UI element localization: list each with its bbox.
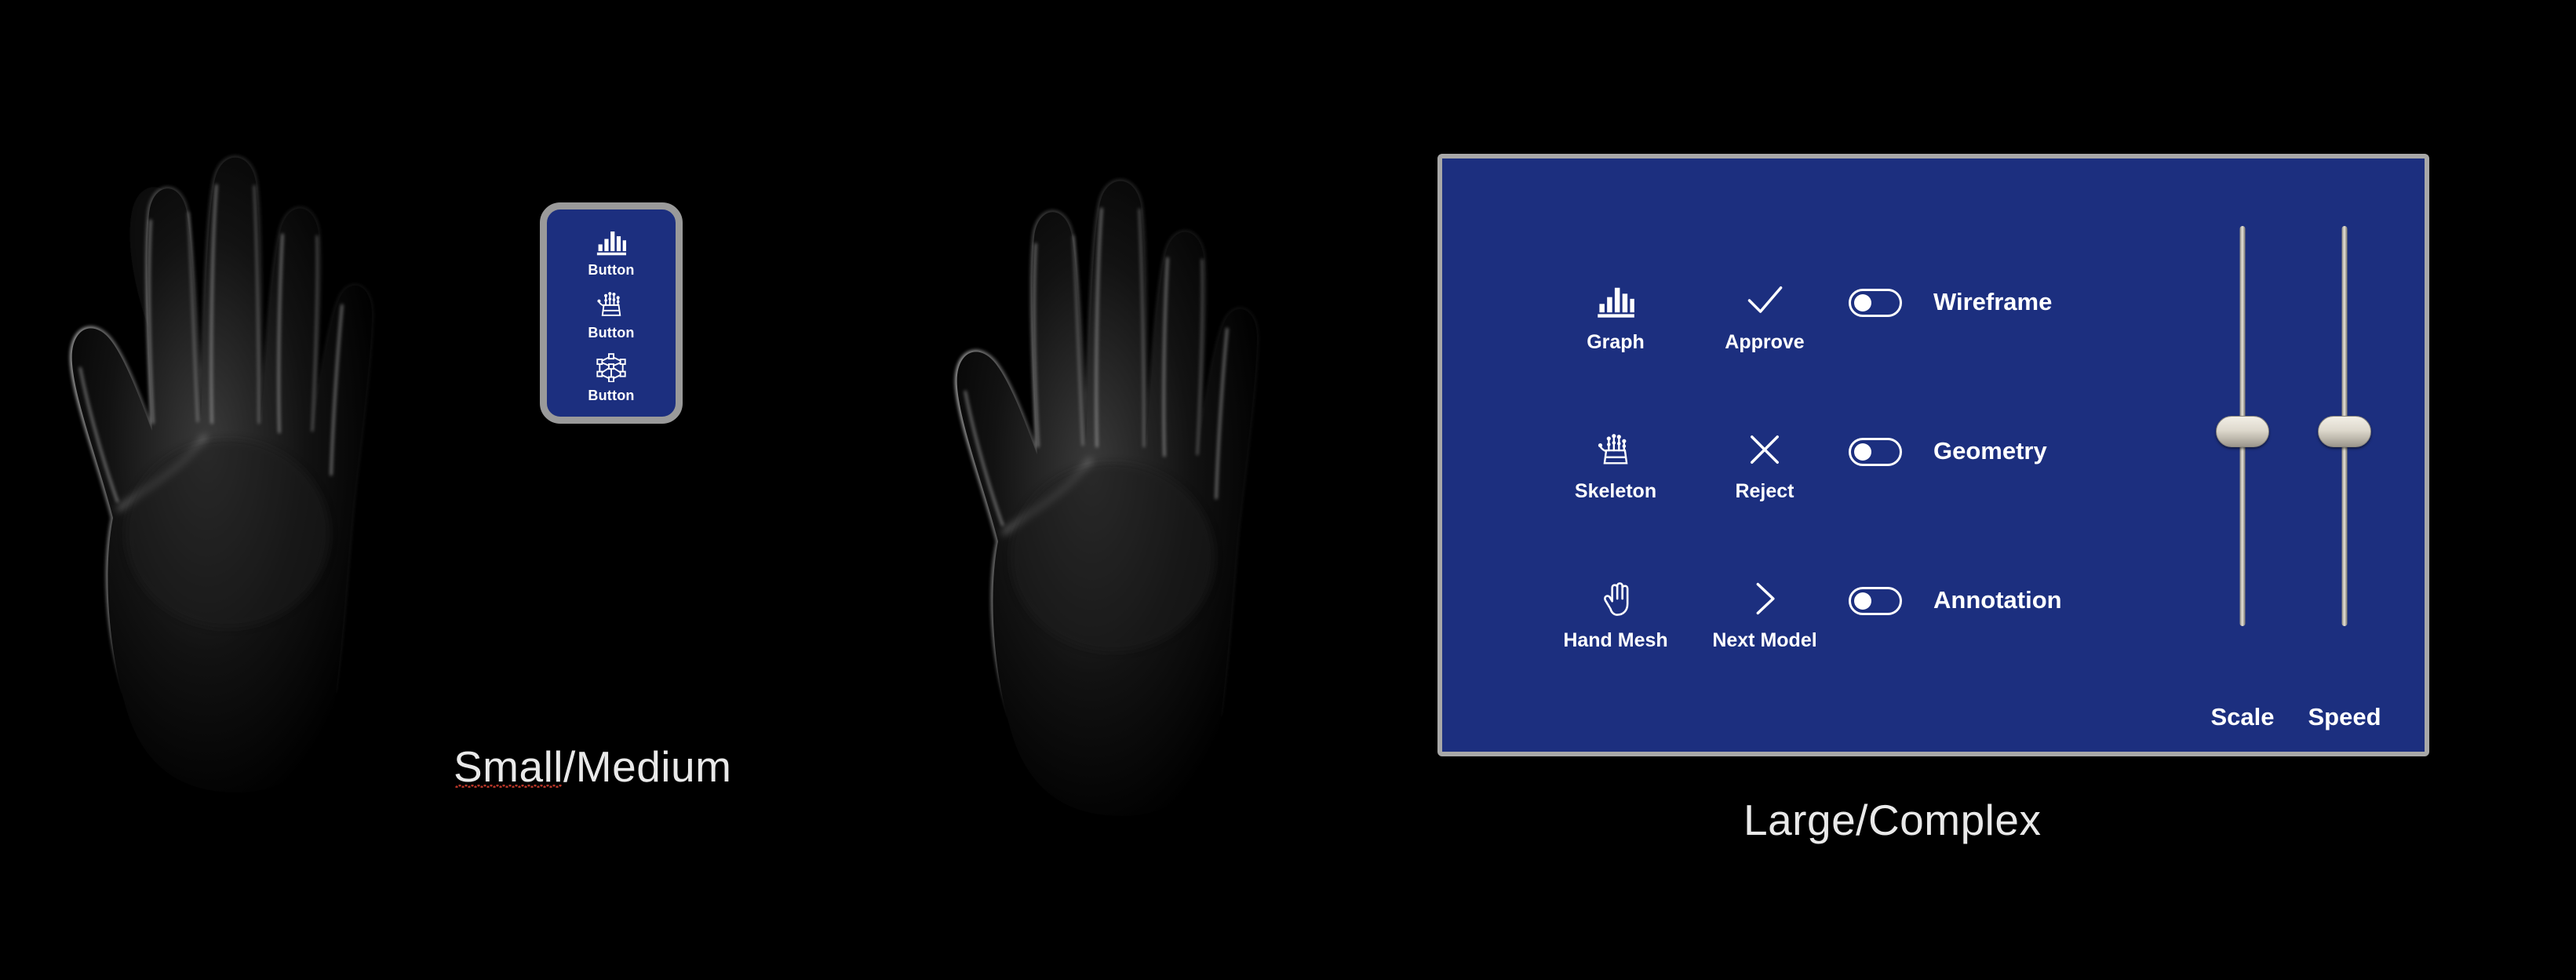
icon-button-label: Hand Mesh	[1563, 629, 1668, 651]
hand-silhouette-icon	[955, 179, 1259, 817]
small-panel-button-label: Button	[588, 325, 635, 341]
icon-button-skeleton[interactable]: Skeleton	[1541, 422, 1690, 571]
icon-button-graph[interactable]: Graph	[1541, 273, 1690, 422]
bar-graph-icon	[1598, 287, 1634, 318]
caption-misspelled-word: Small	[454, 742, 564, 791]
toggle-switch-geometry[interactable]	[1849, 438, 1902, 466]
small-panel-button-label: Button	[588, 388, 635, 403]
toggle-knob	[1854, 294, 1871, 311]
small-hand-menu-panel[interactable]: Button Button Button	[540, 202, 683, 424]
toggle-switch-wireframe[interactable]	[1849, 289, 1902, 317]
toggle-row-geometry[interactable]: Geometry	[1849, 422, 2062, 571]
slider-thumb[interactable]	[2318, 416, 2371, 447]
hand-silhouette-icon	[70, 155, 374, 793]
toggle-switch-annotation[interactable]	[1849, 587, 1902, 615]
icon-button-label: Skeleton	[1574, 480, 1657, 502]
icon-button-grid: Graph Approve Skeleton Reject Hand Mesh …	[1541, 273, 1839, 720]
hand-left	[31, 94, 471, 800]
small-panel-button-skeleton[interactable]: Button	[547, 290, 676, 340]
slider-thumb[interactable]	[2216, 416, 2269, 447]
caption-small-medium-rest: /Medium	[563, 742, 732, 791]
toggle-knob	[1854, 443, 1871, 461]
icon-button-label: Next Model	[1712, 629, 1817, 651]
toggle-list: Wireframe Geometry Annotation	[1849, 273, 2062, 720]
chevron-right-icon	[1756, 582, 1775, 615]
toggle-row-annotation[interactable]: Annotation	[1849, 571, 2062, 720]
slider-label: Speed	[2308, 703, 2381, 730]
toggle-row-wireframe[interactable]: Wireframe	[1849, 273, 2062, 422]
hand-mesh-icon	[1604, 582, 1629, 616]
close-x-icon	[1751, 435, 1779, 464]
caption-small-medium: Small/Medium	[454, 741, 731, 792]
slider-label: Scale	[2210, 703, 2275, 730]
checkmark-icon	[1747, 286, 1783, 313]
scene-root: Button Button Button Graph Approve Skele…	[0, 0, 2576, 980]
icon-button-reject[interactable]: Reject	[1690, 422, 1839, 571]
icon-button-label: Graph	[1587, 331, 1645, 353]
hand-skeleton-icon	[597, 292, 621, 316]
slider-group: Scale Speed	[2203, 221, 2384, 731]
hand-skeleton-icon	[1598, 434, 1628, 464]
icon-button-next-model[interactable]: Next Model	[1690, 571, 1839, 720]
icon-button-label: Reject	[1735, 480, 1794, 502]
small-panel-button-graph[interactable]: Button	[547, 227, 676, 277]
slider-scale[interactable]: Scale	[2203, 221, 2282, 731]
icon-button-hand-mesh[interactable]: Hand Mesh	[1541, 571, 1690, 720]
toggle-knob	[1854, 592, 1871, 610]
cube-mesh-icon	[596, 353, 626, 382]
toggle-label: Annotation	[1933, 586, 2062, 614]
icon-button-label: Approve	[1725, 331, 1805, 353]
icon-button-approve[interactable]: Approve	[1690, 273, 1839, 422]
small-panel-button-cube[interactable]: Button	[547, 352, 676, 403]
toggle-label: Geometry	[1933, 437, 2047, 464]
small-panel-button-label: Button	[588, 262, 635, 278]
toggle-label: Wireframe	[1933, 288, 2053, 315]
caption-large-complex: Large/Complex	[1743, 796, 2042, 844]
bar-graph-icon	[596, 231, 626, 256]
hand-right	[916, 118, 1356, 824]
large-hand-menu-panel[interactable]: Graph Approve Skeleton Reject Hand Mesh …	[1437, 154, 2429, 756]
slider-speed[interactable]: Speed	[2305, 221, 2384, 731]
